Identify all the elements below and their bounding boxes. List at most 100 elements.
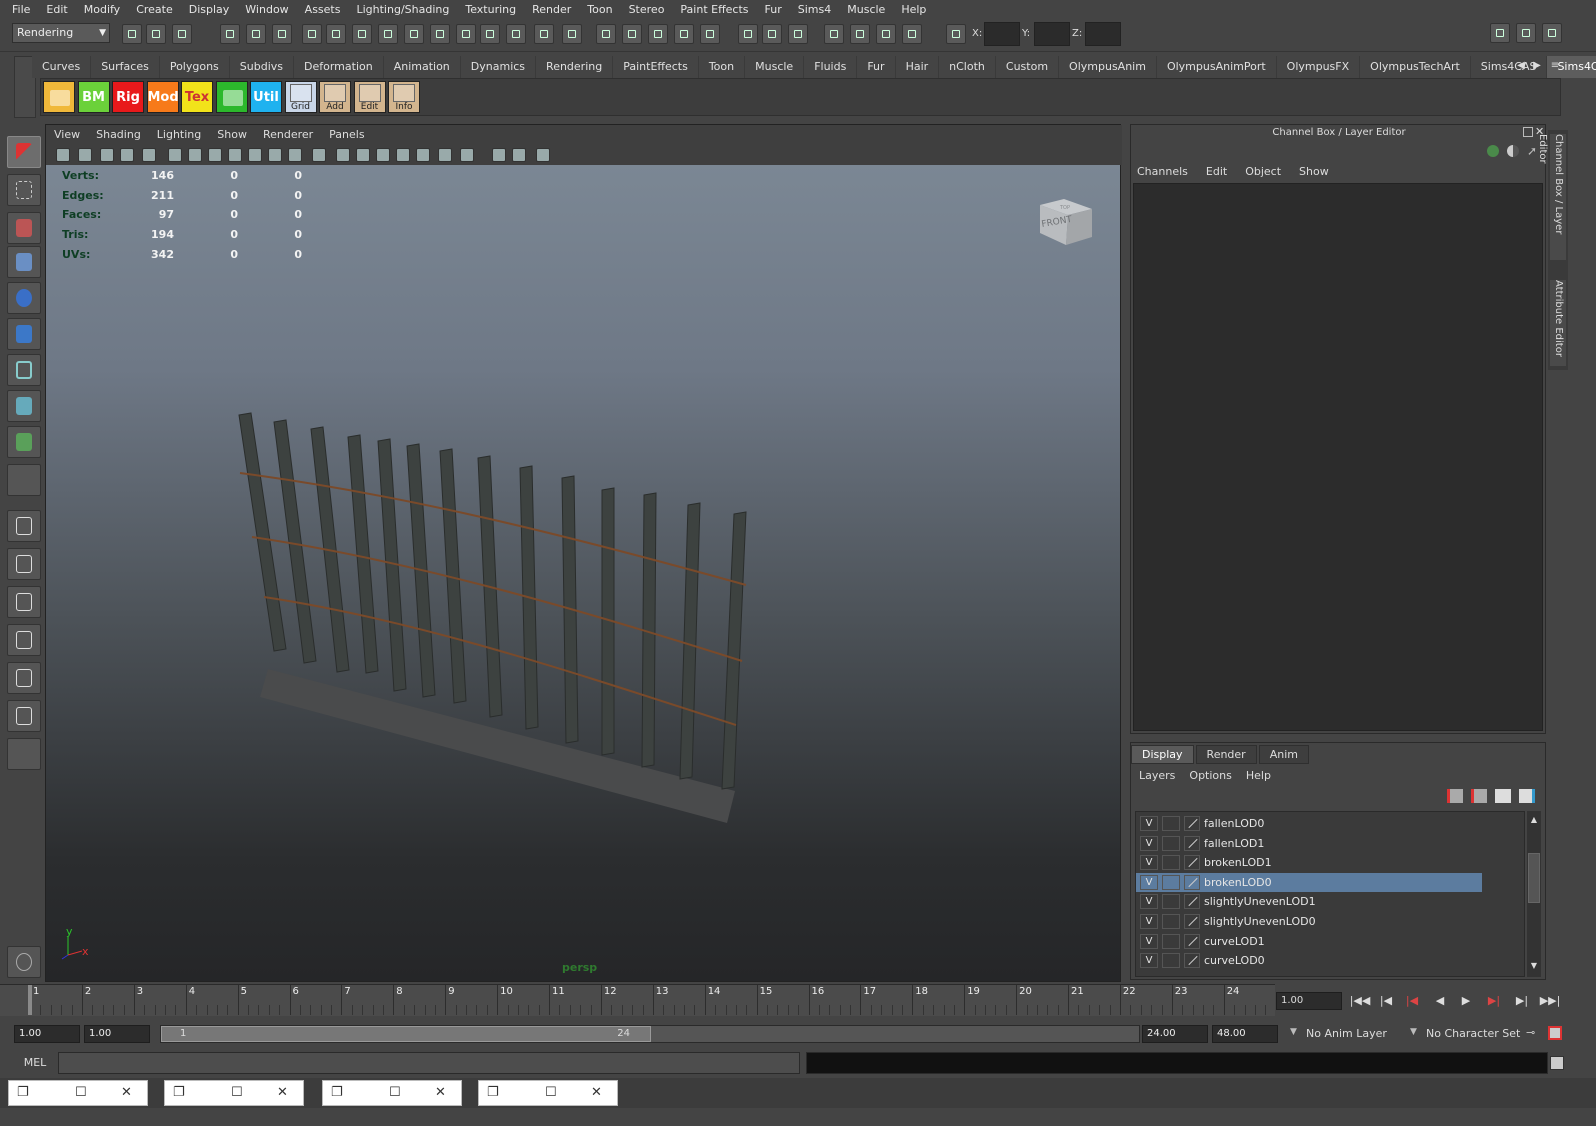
status-tool-icon[interactable] — [404, 24, 424, 44]
status-tool-icon[interactable] — [824, 24, 844, 44]
go-to-start-icon[interactable]: |◀◀ — [1348, 992, 1372, 1010]
shelf-tab-olympusfx[interactable]: OlympusFX — [1277, 56, 1361, 78]
play-backwards-icon[interactable]: ◀ — [1428, 992, 1452, 1010]
menu-sims4[interactable]: Sims4 — [790, 0, 839, 20]
layer-display-type-toggle[interactable] — [1162, 874, 1180, 890]
menu-assets[interactable]: Assets — [297, 0, 349, 20]
manipulator-toggle-icon[interactable] — [1487, 145, 1499, 157]
layer-visibility-toggle[interactable]: V — [1140, 855, 1158, 871]
viewport-tool-icon[interactable] — [460, 148, 474, 162]
fence-model[interactable]: y x — [46, 165, 1120, 981]
layer-color-swatch[interactable] — [1184, 835, 1200, 851]
shelf-tab-painteffects[interactable]: PaintEffects — [613, 56, 699, 78]
shelf-button-bm[interactable]: BM — [77, 81, 110, 113]
layer-display-type-toggle[interactable] — [1162, 835, 1180, 851]
anim-layer-chevron-icon[interactable]: ▼ — [1290, 1027, 1297, 1037]
status-tool-icon[interactable] — [430, 24, 450, 44]
side-tab-attribute-editor[interactable]: Attribute Editor — [1550, 280, 1566, 366]
layer-display-type-toggle[interactable] — [1162, 855, 1180, 871]
status-tool-icon[interactable] — [738, 24, 758, 44]
viewport-tool-icon[interactable] — [188, 148, 202, 162]
layer-row[interactable]: VcurveLOD1 — [1136, 932, 1482, 951]
viewport-tool-icon[interactable] — [120, 148, 134, 162]
status-tool-icon[interactable] — [246, 24, 266, 44]
viewport-menu-shading[interactable]: Shading — [88, 125, 149, 145]
shelf-button-rig[interactable]: Rig — [112, 81, 144, 113]
menu-fur[interactable]: Fur — [757, 0, 790, 20]
menu-create[interactable]: Create — [128, 0, 181, 20]
layer-menu-layers[interactable]: Layers — [1139, 769, 1175, 782]
layer-visibility-toggle[interactable]: V — [1140, 816, 1158, 831]
four-view-layout-icon[interactable] — [7, 548, 41, 580]
shelf-button-grid[interactable]: Grid — [284, 81, 317, 113]
shelf-hand-icon[interactable] — [215, 81, 248, 113]
shelf-tab-polygons[interactable]: Polygons — [160, 56, 230, 78]
maya-logo-icon[interactable] — [7, 946, 41, 978]
menu-texturing[interactable]: Texturing — [457, 0, 524, 20]
viewport-tool-icon[interactable] — [56, 148, 70, 162]
status-tool-icon[interactable] — [876, 24, 896, 44]
time-slider[interactable]: 1 2 3 4 5 6 7 8 9 10 11 12 13 14 15 16 17 18 19 20 21 22 23 24 — [0, 984, 1275, 1016]
animation-end-field[interactable]: 48.00 — [1212, 1025, 1278, 1043]
restore-icon[interactable]: ☐ — [389, 1085, 401, 1100]
new-layer-from-selected-icon[interactable] — [1447, 789, 1463, 803]
paint-select-tool-icon[interactable] — [7, 212, 41, 244]
status-tool-icon[interactable] — [378, 24, 398, 44]
layer-visibility-toggle[interactable]: V — [1140, 874, 1158, 890]
status-tool-icon[interactable] — [220, 24, 240, 44]
layer-row[interactable]: VbrokenLOD1 — [1136, 853, 1482, 872]
menu-file[interactable]: File — [4, 0, 38, 20]
viewport-tool-icon[interactable] — [416, 148, 430, 162]
status-tool-icon[interactable] — [326, 24, 346, 44]
status-tool-icon[interactable] — [850, 24, 870, 44]
minimized-window-4[interactable]: ❐ ☐ ✕ — [478, 1080, 618, 1106]
layer-row[interactable]: VslightlyUnevenLOD0 — [1136, 912, 1482, 931]
status-tool-icon[interactable] — [146, 24, 166, 44]
step-back-frame-icon[interactable]: |◀ — [1374, 992, 1398, 1010]
channel-menu-channels[interactable]: Channels — [1137, 165, 1188, 178]
animation-preferences-icon[interactable] — [1548, 1026, 1562, 1040]
close-icon[interactable]: ✕ — [435, 1085, 446, 1100]
layer-tab-display[interactable]: Display — [1131, 745, 1194, 764]
shelf-button-info[interactable]: Info — [388, 81, 420, 113]
close-icon[interactable]: ✕ — [277, 1085, 288, 1100]
viewport-tool-icon[interactable] — [396, 148, 410, 162]
status-tool-icon[interactable] — [272, 24, 292, 44]
shelf-tab-toon[interactable]: Toon — [699, 56, 746, 78]
last-tool-icon[interactable] — [7, 464, 41, 496]
minimized-window-1[interactable]: ❐ ☐ ✕ — [8, 1080, 148, 1106]
viewport-tool-icon[interactable] — [228, 148, 242, 162]
viewport-tool-icon[interactable] — [288, 148, 302, 162]
menu-edit[interactable]: Edit — [38, 0, 75, 20]
step-forward-frame-icon[interactable]: ▶| — [1510, 992, 1534, 1010]
command-input[interactable] — [58, 1052, 800, 1074]
float-panel-icon[interactable] — [1523, 127, 1533, 137]
shelf-tab-ncloth[interactable]: nCloth — [939, 56, 996, 78]
viewport-tool-icon[interactable] — [356, 148, 370, 162]
status-tool-icon[interactable] — [788, 24, 808, 44]
status-tool-icon[interactable] — [352, 24, 372, 44]
status-tool-icon[interactable] — [480, 24, 500, 44]
viewport-tool-icon[interactable] — [512, 148, 526, 162]
y-input[interactable] — [1034, 22, 1070, 46]
viewport-tool-icon[interactable] — [376, 148, 390, 162]
single-perspective-layout-icon[interactable] — [7, 510, 41, 542]
minimized-window-2[interactable]: ❐ ☐ ✕ — [164, 1080, 304, 1106]
layer-row[interactable]: VcurveLOD0 — [1136, 951, 1482, 970]
channel-menu-edit[interactable]: Edit — [1206, 165, 1227, 178]
layer-row[interactable]: VslightlyUnevenLOD1 — [1136, 892, 1482, 911]
status-tool-icon[interactable] — [622, 24, 642, 44]
layer-visibility-toggle[interactable]: V — [1140, 933, 1158, 949]
shelf-tab-muscle[interactable]: Muscle — [745, 56, 805, 78]
shelf-button-tex[interactable]: Tex — [181, 81, 213, 113]
attribute-editor-toggle-icon[interactable] — [1516, 23, 1536, 43]
char-set-chevron-icon[interactable]: ▼ — [1410, 1027, 1417, 1037]
layer-visibility-toggle[interactable]: V — [1140, 914, 1158, 929]
menu-render[interactable]: Render — [524, 0, 579, 20]
graph-editor-layout-icon[interactable] — [7, 624, 41, 656]
script-language-button[interactable]: MEL — [14, 1052, 56, 1074]
viewport-tool-icon[interactable] — [438, 148, 452, 162]
layer-color-swatch[interactable] — [1184, 855, 1200, 871]
viewport-tool-icon[interactable] — [248, 148, 262, 162]
shelf-tab-fluids[interactable]: Fluids — [804, 56, 858, 78]
